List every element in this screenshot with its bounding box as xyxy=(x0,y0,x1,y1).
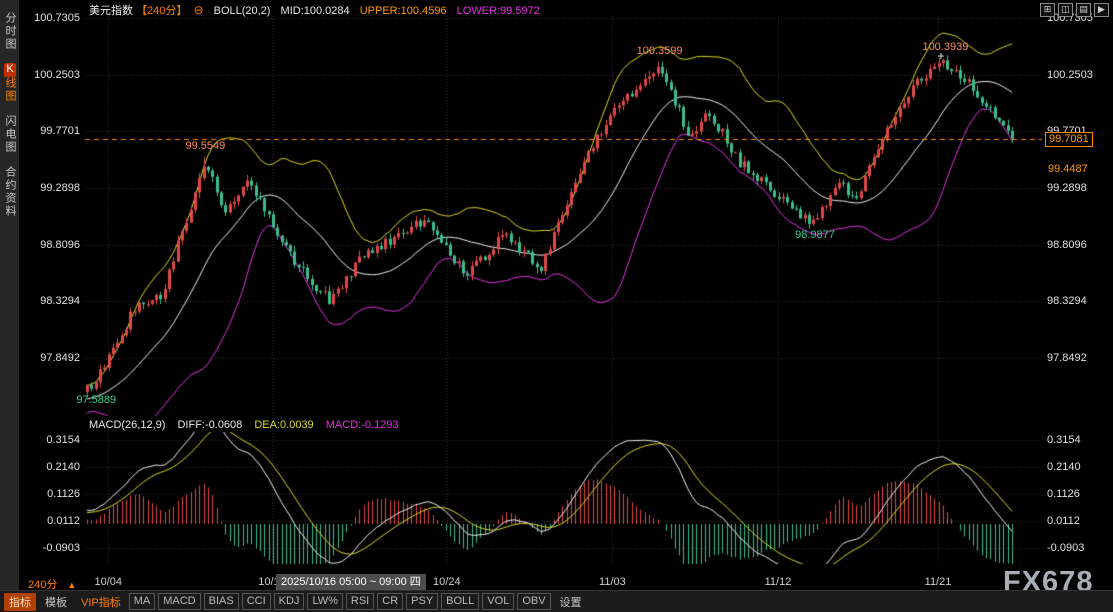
sidebar-item-0[interactable]: 分时图 xyxy=(0,12,19,51)
period-up-arrow-icon[interactable]: ▲ xyxy=(67,580,76,590)
boll-lower-value: LOWER:99.5972 xyxy=(457,5,540,17)
macd-axis-label: 0.0112 xyxy=(20,515,80,527)
footer-tab-vip-[interactable]: VIP指标 xyxy=(76,593,126,611)
price-axis-label: 99.7701 xyxy=(20,125,80,137)
footer-tab-psy[interactable]: PSY xyxy=(406,593,438,610)
footer-tab--[interactable]: 设置 xyxy=(555,593,587,611)
footer-tab-obv[interactable]: OBV xyxy=(517,593,550,610)
window-controls: ⊞◫▤▶ xyxy=(1040,3,1109,17)
footer-tab-vol[interactable]: VOL xyxy=(482,593,514,610)
footer-tab--[interactable]: 指标 xyxy=(4,593,36,611)
macd-diff-value: DIFF:-0.0608 xyxy=(177,419,242,431)
macd-label: MACD(26,12,9) xyxy=(89,419,165,431)
price-axis-label: 100.2503 xyxy=(20,69,80,81)
trading-terminal: 分时图 K线图闪电图合约资料 美元指数 【240分】 ⊖ BOLL(20,2) M… xyxy=(0,0,1113,612)
price-axis-label: 98.8096 xyxy=(1047,239,1087,251)
footer-tab-cr[interactable]: CR xyxy=(377,593,403,610)
sidebar-item-1[interactable]: K线图 xyxy=(0,63,19,103)
price-axis-label: 98.3294 xyxy=(1047,295,1087,307)
chart-type-sidebar: 分时图 K线图闪电图合约资料 xyxy=(0,0,19,591)
macd-hist-value: MACD:-0.1293 xyxy=(326,419,399,431)
boll-mid-value: MID:100.0284 xyxy=(281,5,350,17)
macd-dea-value: DEA:0.0039 xyxy=(254,419,313,431)
macd-axis-label: 0.2140 xyxy=(20,461,80,473)
boll-upper-value: UPPER:100.4596 xyxy=(360,5,447,17)
swing-low-label: 98.9877 xyxy=(795,229,835,241)
footer-tab--[interactable]: 模板 xyxy=(40,593,72,611)
sidebar-item-2[interactable]: 闪电图 xyxy=(0,115,19,154)
price-axis-label: 99.2898 xyxy=(20,182,80,194)
chart-header: 美元指数 【240分】 ⊖ BOLL(20,2) MID:100.0284 UP… xyxy=(89,2,547,18)
footer-tab-macd[interactable]: MACD xyxy=(158,593,200,610)
macd-axis-label: 0.2140 xyxy=(1047,461,1081,473)
footer-tab-bias[interactable]: BIAS xyxy=(204,593,239,610)
footer-tab-rsi[interactable]: RSI xyxy=(346,593,374,610)
expand-icon[interactable]: ▶ xyxy=(1094,3,1109,17)
date-axis-label: 11/21 xyxy=(925,576,952,588)
instrument-name: 美元指数 xyxy=(89,5,133,17)
boll-label: BOLL(20,2) xyxy=(214,5,271,17)
sidebar-item-3[interactable]: 合约资料 xyxy=(0,166,19,218)
date-axis-label: 11/12 xyxy=(765,576,792,588)
date-axis-label: 10/04 xyxy=(95,576,123,588)
swing-high-label: 100.3599 xyxy=(637,45,683,57)
footer-tab-cci[interactable]: CCI xyxy=(242,593,271,610)
reference-price-label: 99.4487 xyxy=(1048,163,1088,175)
footer-tab-kdj[interactable]: KDJ xyxy=(274,593,305,610)
price-axis-label: 97.8492 xyxy=(1047,352,1087,364)
footer-tab-ma[interactable]: MA xyxy=(129,593,156,610)
macd-axis-label: 0.1126 xyxy=(20,488,80,500)
chart-canvas[interactable] xyxy=(0,0,1113,612)
single-layout-icon[interactable]: ◫ xyxy=(1058,3,1073,17)
macd-axis-label: 0.0112 xyxy=(1047,515,1080,527)
list-layout-icon[interactable]: ▤ xyxy=(1076,3,1091,17)
footer-tab-lw-[interactable]: LW% xyxy=(307,593,342,610)
collapse-indicator-icon[interactable]: ⊖ xyxy=(193,3,203,17)
time-range-tooltip: 2025/10/16 05:00 ~ 09:00 四 xyxy=(276,574,426,590)
last-price-label: 99.7081 xyxy=(1045,132,1093,147)
active-tab-badge: K xyxy=(4,63,16,77)
price-axis-label: 100.7305 xyxy=(20,12,80,24)
price-axis-label: 98.3294 xyxy=(20,295,80,307)
indicator-toolbar: 指标模板VIP指标MAMACDBIASCCIKDJLW%RSICRPSYBOLL… xyxy=(0,590,1113,612)
swing-high-label: 99.5549 xyxy=(186,140,226,152)
price-axis-label: 98.8096 xyxy=(20,239,80,251)
price-axis-label: 100.2503 xyxy=(1047,69,1093,81)
swing-high-label: 100.3939 xyxy=(922,41,968,53)
price-axis-label: 97.8492 xyxy=(20,352,80,364)
grid-layout-icon[interactable]: ⊞ xyxy=(1040,3,1055,17)
macd-axis-label: 0.3154 xyxy=(1047,434,1081,446)
macd-axis-label: 0.1126 xyxy=(1047,488,1080,500)
footer-tab-boll[interactable]: BOLL xyxy=(441,593,479,610)
macd-axis-label: -0.0903 xyxy=(20,542,80,554)
swing-high-marker-icon: + xyxy=(937,49,944,63)
macd-axis-label: 0.3154 xyxy=(20,434,80,446)
macd-header: MACD(26,12,9) DIFF:-0.0608 DEA:0.0039 MA… xyxy=(89,419,408,431)
price-axis-label: 99.2898 xyxy=(1047,182,1087,194)
date-axis-label: 11/03 xyxy=(599,576,626,588)
macd-axis-label: -0.0903 xyxy=(1047,542,1084,554)
date-axis-label: 10/24 xyxy=(433,576,461,588)
period-badge[interactable]: 【240分】 xyxy=(136,5,187,17)
swing-low-label: 97.5889 xyxy=(76,394,116,406)
